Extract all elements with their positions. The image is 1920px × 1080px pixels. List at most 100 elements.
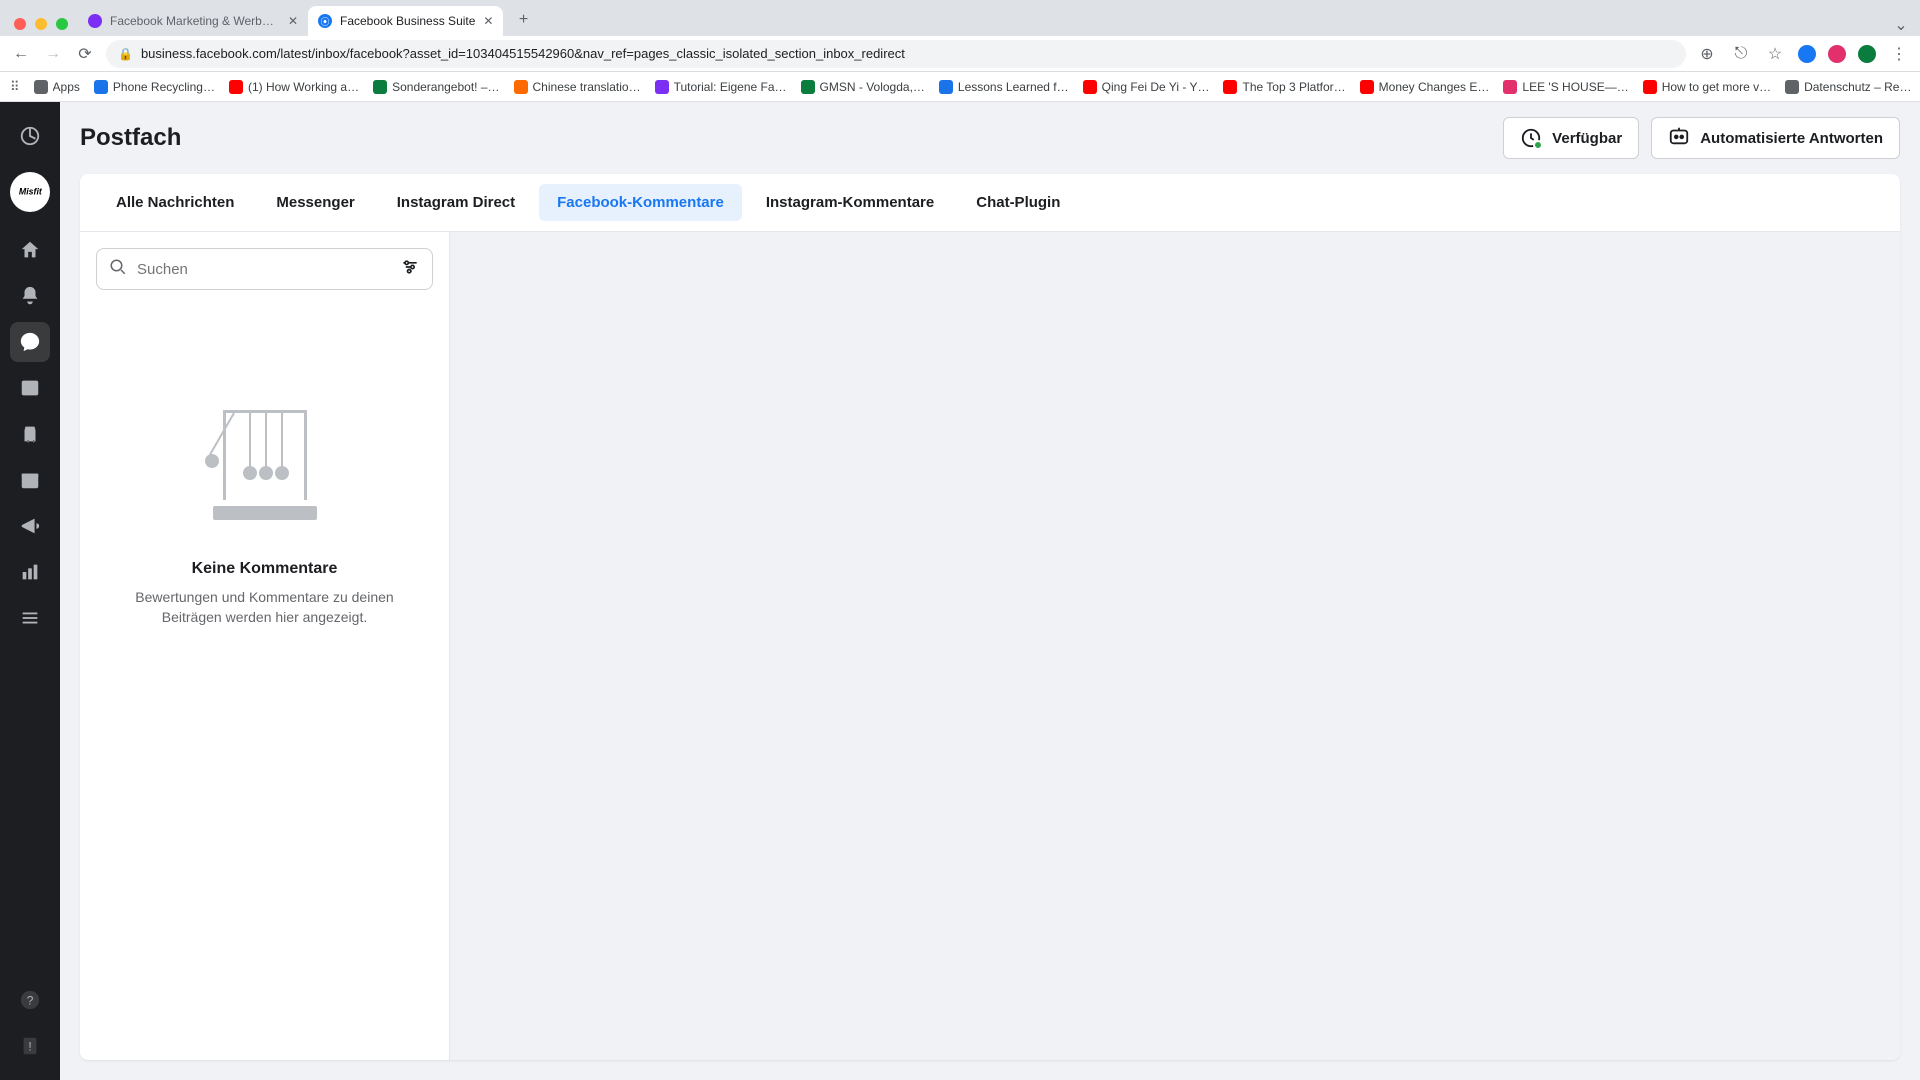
tab-label: Facebook Marketing & Werbea… bbox=[110, 14, 280, 28]
new-tab-button[interactable]: + bbox=[509, 6, 537, 34]
tab-close-icon[interactable]: ✕ bbox=[483, 14, 493, 28]
rail-report-icon[interactable]: ! bbox=[10, 1026, 50, 1066]
search-icon bbox=[109, 258, 127, 281]
clock-presence-icon bbox=[1520, 127, 1542, 149]
rail-home-icon[interactable] bbox=[10, 230, 50, 270]
bookmark-item[interactable]: Chinese translatio… bbox=[514, 80, 641, 94]
bookmark-item[interactable]: LEE 'S HOUSE—… bbox=[1503, 80, 1628, 94]
bookmark-favicon bbox=[1785, 80, 1799, 94]
availability-label: Verfügbar bbox=[1552, 130, 1622, 147]
bookmark-item[interactable]: The Top 3 Platfor… bbox=[1223, 80, 1345, 94]
search-box[interactable] bbox=[96, 248, 433, 290]
tab-label: Facebook Business Suite bbox=[340, 14, 475, 28]
bookmark-item[interactable]: Datenschutz – Re… bbox=[1785, 80, 1911, 94]
profile-avatar-icon[interactable] bbox=[1858, 45, 1876, 63]
rail-insights-icon[interactable] bbox=[10, 552, 50, 592]
bookmark-item[interactable]: How to get more v… bbox=[1643, 80, 1771, 94]
tab-facebook-comments[interactable]: Facebook-Kommentare bbox=[539, 184, 742, 221]
search-input[interactable] bbox=[137, 261, 390, 278]
rail-calendar-icon[interactable] bbox=[10, 460, 50, 500]
rail-bell-icon[interactable] bbox=[10, 276, 50, 316]
bookmark-item[interactable]: (1) How Working a… bbox=[229, 80, 359, 94]
bookmark-favicon bbox=[1360, 80, 1374, 94]
browser-tab-active[interactable]: ⦿ Facebook Business Suite ✕ bbox=[308, 6, 503, 36]
panel-body: Keine Kommentare Bewertungen und Komment… bbox=[80, 232, 1900, 1060]
bookmark-star-icon[interactable]: ☆ bbox=[1764, 43, 1786, 65]
bookmarks-bar: ⠿ Apps Phone Recycling… (1) How Working … bbox=[0, 72, 1920, 102]
bookmark-favicon bbox=[1503, 80, 1517, 94]
bookmark-item[interactable]: Apps bbox=[34, 80, 80, 94]
rail-more-icon[interactable] bbox=[10, 598, 50, 638]
bookmark-item[interactable]: Sonderangebot! –… bbox=[373, 80, 499, 94]
rail-posts-icon[interactable] bbox=[10, 368, 50, 408]
share-icon[interactable]: ⎋ bbox=[1730, 43, 1752, 65]
conversation-list-column: Keine Kommentare Bewertungen und Komment… bbox=[80, 232, 450, 1060]
instagram-extension-icon[interactable] bbox=[1828, 45, 1846, 63]
bookmark-item[interactable]: Lessons Learned f… bbox=[939, 80, 1069, 94]
forward-button[interactable]: → bbox=[42, 43, 64, 65]
tab-chat-plugin[interactable]: Chat-Plugin bbox=[958, 184, 1078, 221]
tab-close-icon[interactable]: ✕ bbox=[288, 14, 298, 28]
tabs-dropdown-icon[interactable]: ⌄ bbox=[1890, 14, 1912, 36]
bookmark-item[interactable]: Money Changes E… bbox=[1360, 80, 1490, 94]
conversation-detail-column bbox=[450, 232, 1900, 1060]
tab-favicon: ⦿ bbox=[318, 14, 332, 28]
empty-state-title: Keine Kommentare bbox=[192, 560, 338, 578]
inbox-tabs: Alle Nachrichten Messenger Instagram Dir… bbox=[80, 174, 1900, 232]
rail-help-icon[interactable]: ? bbox=[10, 980, 50, 1020]
toolbar-extensions: ⊕ ⎋ ☆ ⋮ bbox=[1696, 43, 1910, 65]
address-bar[interactable]: 🔒 business.facebook.com/latest/inbox/fac… bbox=[106, 40, 1686, 68]
lock-icon: 🔒 bbox=[118, 47, 133, 61]
empty-state-description: Bewertungen und Kommentare zu deinen Bei… bbox=[116, 588, 413, 627]
app-container: Misfit ? ! Postfach bbox=[0, 102, 1920, 1080]
inbox-panel: Alle Nachrichten Messenger Instagram Dir… bbox=[80, 174, 1900, 1060]
browser-tab-strip: Facebook Marketing & Werbea… ✕ ⦿ Faceboo… bbox=[0, 0, 1920, 36]
tab-instagram-comments[interactable]: Instagram-Kommentare bbox=[748, 184, 952, 221]
tab-favicon bbox=[88, 14, 102, 28]
browser-tab-inactive[interactable]: Facebook Marketing & Werbea… ✕ bbox=[78, 6, 308, 36]
bookmark-favicon bbox=[801, 80, 815, 94]
zoom-icon[interactable]: ⊕ bbox=[1696, 43, 1718, 65]
reload-button[interactable]: ⟳ bbox=[74, 43, 96, 65]
availability-button[interactable]: Verfügbar bbox=[1503, 117, 1639, 159]
bookmark-item[interactable]: Phone Recycling… bbox=[94, 80, 215, 94]
tab-instagram-direct[interactable]: Instagram Direct bbox=[379, 184, 533, 221]
rail-inbox-icon[interactable] bbox=[10, 322, 50, 362]
bookmark-item[interactable]: Qing Fei De Yi - Y… bbox=[1083, 80, 1210, 94]
svg-text:!: ! bbox=[28, 1040, 31, 1054]
browser-toolbar: ← → ⟳ 🔒 business.facebook.com/latest/inb… bbox=[0, 36, 1920, 72]
window-maximize-button[interactable] bbox=[56, 18, 68, 30]
automated-responses-button[interactable]: Automatisierte Antworten bbox=[1651, 117, 1900, 159]
bookmark-favicon bbox=[1223, 80, 1237, 94]
bookmark-favicon bbox=[1083, 80, 1097, 94]
window-controls bbox=[8, 18, 78, 36]
url-text: business.facebook.com/latest/inbox/faceb… bbox=[141, 46, 905, 61]
side-rail: Misfit ? ! bbox=[0, 102, 60, 1080]
bookmark-item[interactable]: Tutorial: Eigene Fa… bbox=[655, 80, 787, 94]
back-button[interactable]: ← bbox=[10, 43, 32, 65]
window-minimize-button[interactable] bbox=[35, 18, 47, 30]
bookmark-favicon bbox=[34, 80, 48, 94]
automation-icon bbox=[1668, 125, 1690, 151]
page-avatar[interactable]: Misfit bbox=[10, 172, 50, 212]
bookmark-item[interactable]: GMSN - Vologda,… bbox=[801, 80, 925, 94]
automated-responses-label: Automatisierte Antworten bbox=[1700, 130, 1883, 147]
rail-ads-icon[interactable] bbox=[10, 506, 50, 546]
tab-all-messages[interactable]: Alle Nachrichten bbox=[98, 184, 252, 221]
empty-state: Keine Kommentare Bewertungen und Komment… bbox=[96, 410, 433, 627]
menu-icon[interactable]: ⋮ bbox=[1888, 43, 1910, 65]
rail-commerce-icon[interactable] bbox=[10, 414, 50, 454]
newtons-cradle-illustration bbox=[205, 410, 325, 520]
business-suite-logo-icon[interactable] bbox=[10, 116, 50, 156]
facebook-extension-icon[interactable] bbox=[1798, 45, 1816, 63]
bookmark-favicon bbox=[939, 80, 953, 94]
bookmark-favicon bbox=[229, 80, 243, 94]
filter-icon[interactable] bbox=[400, 257, 420, 282]
apps-grid-icon[interactable]: ⠿ bbox=[10, 76, 20, 98]
tab-messenger[interactable]: Messenger bbox=[258, 184, 372, 221]
header-actions: Verfügbar Automatisierte Antworten bbox=[1503, 117, 1900, 159]
page-title: Postfach bbox=[80, 124, 181, 152]
main-content: Postfach Verfügbar Automatisierte Ant bbox=[60, 102, 1920, 1080]
window-close-button[interactable] bbox=[14, 18, 26, 30]
svg-text:?: ? bbox=[27, 994, 34, 1008]
